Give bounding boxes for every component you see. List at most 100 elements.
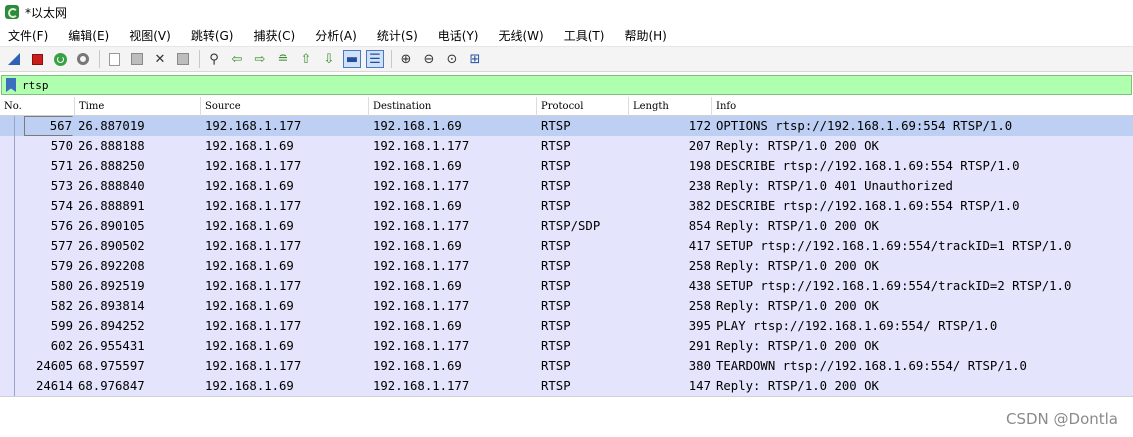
packet-destination: 192.168.1.177: [373, 219, 470, 233]
table-row[interactable]: 571 26.888250 192.168.1.177 192.168.1.69 RTS…: [0, 156, 1133, 176]
column-header-destination[interactable]: Destination: [369, 97, 537, 116]
packet-no: 24605: [35, 359, 73, 373]
packet-time: 26.888891: [78, 199, 145, 213]
column-header-protocol[interactable]: Protocol: [537, 97, 629, 116]
menu-analyze[interactable]: 分析(A): [307, 27, 357, 44]
table-row[interactable]: 573 26.888840 192.168.1.69 192.168.1.177 RTS…: [0, 176, 1133, 196]
packet-no: 580: [50, 279, 73, 293]
go-back-icon[interactable]: ⇦: [228, 50, 246, 68]
menu-go[interactable]: 跳转(G): [183, 27, 234, 44]
go-forward-icon[interactable]: ⇨: [251, 50, 269, 68]
packet-length: 438: [688, 279, 711, 293]
table-row[interactable]: 577 26.890502 192.168.1.177 192.168.1.69 RTS…: [0, 236, 1133, 256]
display-filter-input[interactable]: [22, 77, 1122, 93]
packet-time: 26.894252: [78, 319, 145, 333]
packet-source: 192.168.1.69: [205, 139, 294, 153]
menu-edit[interactable]: 编辑(E): [60, 27, 109, 44]
capture-options-icon[interactable]: [74, 50, 92, 68]
normal-size-icon[interactable]: ⊙: [443, 50, 461, 68]
column-header-source[interactable]: Source: [201, 97, 369, 116]
table-row[interactable]: 602 26.955431 192.168.1.69 192.168.1.177 RTS…: [0, 336, 1133, 356]
table-row[interactable]: 24614 68.976847 192.168.1.69 192.168.1.177 R…: [0, 376, 1133, 396]
packet-info: SETUP rtsp://192.168.1.69:554/trackID=2 …: [716, 279, 1072, 293]
packet-time: 26.955431: [78, 339, 145, 353]
packet-source: 192.168.1.69: [205, 259, 294, 273]
table-row[interactable]: 567 26.887019 192.168.1.177 192.168.1.69 RTS…: [0, 116, 1133, 136]
shark-fin-icon[interactable]: [5, 50, 23, 68]
column-header-time[interactable]: Time: [75, 97, 201, 116]
menu-view[interactable]: 视图(V): [121, 27, 171, 44]
packet-info: Reply: RTSP/1.0 200 OK: [716, 339, 879, 353]
table-row[interactable]: 580 26.892519 192.168.1.177 192.168.1.69 RTS…: [0, 276, 1133, 296]
resize-columns-icon[interactable]: ⊞: [466, 50, 484, 68]
save-file-icon[interactable]: [128, 50, 146, 68]
first-packet-icon[interactable]: ⇧: [297, 50, 315, 68]
packet-no: 574: [50, 199, 73, 213]
packet-no: 24614: [35, 379, 73, 393]
packet-protocol: RTSP: [541, 319, 571, 333]
menu-statistics[interactable]: 统计(S): [369, 27, 418, 44]
packet-source: 192.168.1.177: [205, 119, 302, 133]
find-icon[interactable]: ⚲: [205, 50, 223, 68]
column-header-length[interactable]: Length: [629, 97, 712, 116]
packet-length: 395: [688, 319, 711, 333]
packet-info: DESCRIBE rtsp://192.168.1.69:554 RTSP/1.…: [716, 199, 1020, 213]
restart-icon[interactable]: [51, 50, 69, 68]
last-packet-icon[interactable]: ⇩: [320, 50, 338, 68]
packet-protocol: RTSP: [541, 339, 571, 353]
menu-capture[interactable]: 捕获(C): [245, 27, 295, 44]
menu-wireless[interactable]: 无线(W): [491, 27, 544, 44]
table-row[interactable]: 576 26.890105 192.168.1.69 192.168.1.177 RTS…: [0, 216, 1133, 236]
open-file-icon[interactable]: [105, 50, 123, 68]
packet-destination: 192.168.1.177: [373, 379, 470, 393]
packet-time: 26.893814: [78, 299, 145, 313]
table-row[interactable]: 599 26.894252 192.168.1.177 192.168.1.69 RTS…: [0, 316, 1133, 336]
stop-icon[interactable]: [28, 50, 46, 68]
zoom-in-icon[interactable]: ⊕: [397, 50, 415, 68]
zoom-out-icon[interactable]: ⊖: [420, 50, 438, 68]
toolbar-separator: [391, 50, 392, 68]
packet-no: 602: [50, 339, 73, 353]
menu-tools[interactable]: 工具(T): [556, 27, 605, 44]
packet-time: 26.887019: [78, 119, 145, 133]
menu-file[interactable]: 文件(F): [0, 27, 48, 44]
autoscroll-icon[interactable]: ▬: [343, 50, 361, 68]
table-row[interactable]: 582 26.893814 192.168.1.69 192.168.1.177 RTS…: [0, 296, 1133, 316]
packet-no: 567: [24, 116, 73, 136]
packet-time: 26.890105: [78, 219, 145, 233]
table-row[interactable]: 574 26.888891 192.168.1.177 192.168.1.69 RTS…: [0, 196, 1133, 216]
menu-telephony[interactable]: 电话(Y): [430, 27, 479, 44]
reload-icon[interactable]: [174, 50, 192, 68]
toolbar-separator: [99, 50, 100, 68]
packet-destination: 192.168.1.69: [373, 199, 462, 213]
packet-info: Reply: RTSP/1.0 200 OK: [716, 219, 879, 233]
go-to-packet-icon[interactable]: ≘: [274, 50, 292, 68]
column-header-no[interactable]: No.: [0, 97, 75, 116]
packet-length: 854: [688, 219, 711, 233]
packet-destination: 192.168.1.69: [373, 279, 462, 293]
packet-info: OPTIONS rtsp://192.168.1.69:554 RTSP/1.0: [716, 119, 1013, 133]
packet-time: 26.888840: [78, 179, 145, 193]
packet-time: 26.888188: [78, 139, 145, 153]
table-row[interactable]: 570 26.888188 192.168.1.69 192.168.1.177 RTS…: [0, 136, 1133, 156]
table-row[interactable]: 24605 68.975597 192.168.1.177 192.168.1.69 R…: [0, 356, 1133, 376]
packet-source: 192.168.1.69: [205, 219, 294, 233]
packet-source: 192.168.1.69: [205, 299, 294, 313]
packet-length: 147: [688, 379, 711, 393]
menu-help[interactable]: 帮助(H): [616, 27, 666, 44]
packet-length: 198: [688, 159, 711, 173]
packet-destination: 192.168.1.177: [373, 259, 470, 273]
display-filter-bar: [1, 75, 1132, 95]
close-file-icon[interactable]: ✕: [151, 50, 169, 68]
column-header-info[interactable]: Info: [712, 97, 1133, 116]
packet-no: 571: [50, 159, 73, 173]
packet-length: 382: [688, 199, 711, 213]
packet-info: Reply: RTSP/1.0 200 OK: [716, 259, 879, 273]
bookmark-icon[interactable]: [6, 78, 16, 92]
packet-source: 192.168.1.177: [205, 319, 302, 333]
table-row[interactable]: 579 26.892208 192.168.1.69 192.168.1.177 RTS…: [0, 256, 1133, 276]
packet-protocol: RTSP: [541, 119, 571, 133]
packet-length: 258: [688, 259, 711, 273]
colorize-icon[interactable]: ☰: [366, 50, 384, 68]
packet-destination: 192.168.1.177: [373, 299, 470, 313]
